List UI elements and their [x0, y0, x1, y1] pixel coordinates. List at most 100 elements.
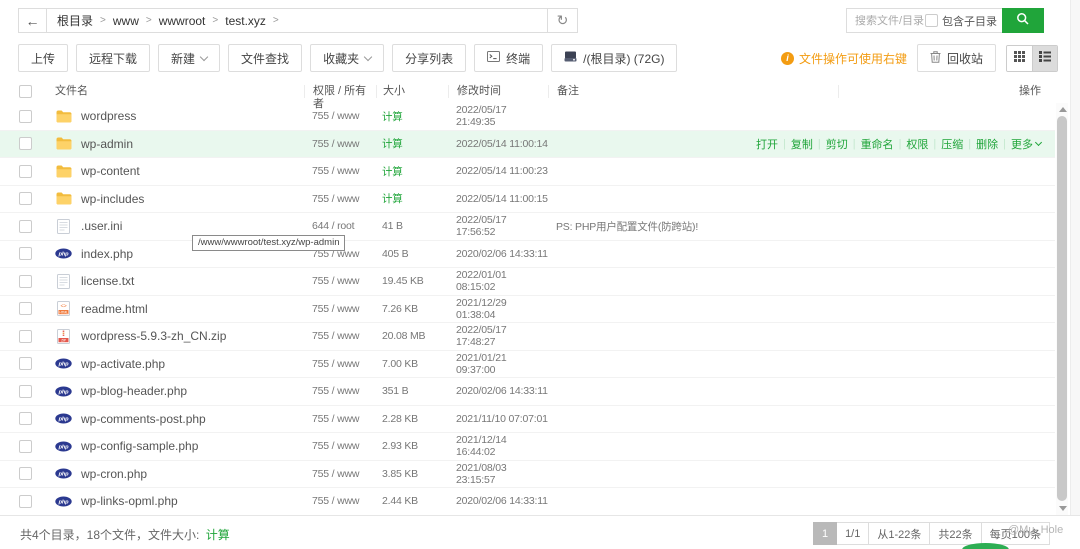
table-row[interactable]: .user.ini644 / root41 B2022/05/17 17:56:… — [0, 213, 1055, 241]
table-row[interactable]: phpwp-cron.php755 / www3.85 KB2021/08/03… — [0, 461, 1055, 489]
table-row[interactable]: phpwp-comments-post.php755 / www2.28 KB2… — [0, 406, 1055, 434]
action-link-压缩[interactable]: 压缩 — [941, 136, 963, 152]
folder-icon — [55, 110, 72, 123]
compute-size-link[interactable]: 计算 — [382, 138, 403, 150]
toolbar-button-新建[interactable]: 新建 — [158, 44, 220, 72]
pagination-item[interactable]: 1/1 — [836, 522, 869, 545]
file-name[interactable]: wp-admin — [81, 137, 133, 151]
page-button-active[interactable]: 1 — [813, 522, 837, 545]
row-checkbox[interactable] — [19, 192, 32, 205]
table-row[interactable]: wp-content755 / www计算2022/05/14 11:00:23 — [0, 158, 1055, 186]
action-separator: | — [783, 138, 786, 150]
action-link-重命名[interactable]: 重命名 — [861, 136, 894, 152]
file-name[interactable]: wordpress — [81, 109, 136, 123]
file-name[interactable]: readme.html — [81, 302, 148, 316]
table-row[interactable]: phpindex.php755 / www405 B2020/02/06 14:… — [0, 241, 1055, 269]
action-link-复制[interactable]: 复制 — [791, 136, 813, 152]
table-row[interactable]: license.txt755 / www19.45 KB2022/01/01 0… — [0, 268, 1055, 296]
row-checkbox[interactable] — [19, 220, 32, 233]
table-scrollbar[interactable] — [1056, 103, 1068, 515]
grid-view-button[interactable] — [1007, 46, 1032, 71]
row-checkbox[interactable] — [19, 440, 32, 453]
row-checkbox[interactable] — [19, 247, 32, 260]
table-row[interactable]: phpwp-activate.php755 / www7.00 KB2021/0… — [0, 351, 1055, 379]
row-checkbox[interactable] — [19, 275, 32, 288]
breadcrumb-item[interactable]: 根目录 — [57, 12, 93, 29]
table-row[interactable]: phpwp-links-opml.php755 / www2.44 KB2020… — [0, 488, 1055, 515]
breadcrumb-item[interactable]: test.xyz — [225, 14, 266, 28]
scrollbar-thumb[interactable] — [1057, 116, 1067, 501]
action-link-权限[interactable]: 权限 — [906, 136, 928, 152]
column-header-remark[interactable]: 备注 — [548, 85, 838, 98]
table-row[interactable]: wordpress755 / www计算2022/05/17 21:49:35 — [0, 103, 1055, 131]
action-link-剪切[interactable]: 剪切 — [826, 136, 848, 152]
floating-button-partial[interactable] — [962, 543, 1009, 549]
pagination-item[interactable]: 每页100条 — [981, 522, 1050, 545]
file-name[interactable]: index.php — [81, 247, 133, 261]
action-link-打开[interactable]: 打开 — [756, 136, 778, 152]
file-name[interactable]: license.txt — [81, 274, 134, 288]
file-name[interactable]: wp-blog-header.php — [81, 384, 187, 398]
file-name[interactable]: wordpress-5.9.3-zh_CN.zip — [81, 329, 226, 343]
row-checkbox[interactable] — [19, 110, 32, 123]
row-checkbox[interactable] — [19, 385, 32, 398]
table-row[interactable]: wp-admin755 / www计算2022/05/14 11:00:14打开… — [0, 131, 1055, 159]
refresh-button[interactable]: ↻ — [547, 9, 577, 32]
table-row[interactable]: <>HTMLreadme.html755 / www7.26 KB2021/12… — [0, 296, 1055, 324]
toolbar-button-收藏夹[interactable]: 收藏夹 — [310, 44, 384, 72]
row-checkbox[interactable] — [19, 467, 32, 480]
scrollbar-up-icon[interactable] — [1059, 107, 1067, 112]
scrollbar-down-icon[interactable] — [1059, 506, 1067, 511]
column-header-name[interactable]: 文件名 — [45, 85, 304, 98]
toolbar-button-远程下载[interactable]: 远程下载 — [76, 44, 150, 72]
row-checkbox[interactable] — [19, 412, 32, 425]
search-input[interactable] — [847, 15, 925, 27]
breadcrumb-item[interactable]: wwwroot — [159, 14, 206, 28]
file-name[interactable]: wp-config-sample.php — [81, 439, 198, 453]
action-link-more[interactable]: 更多 — [1011, 136, 1041, 152]
pagination-item[interactable]: 共22条 — [929, 522, 981, 545]
file-name[interactable]: wp-links-opml.php — [81, 494, 178, 508]
compute-size-link[interactable]: 计算 — [206, 528, 230, 542]
include-subdir-checkbox[interactable] — [925, 14, 938, 27]
row-checkbox[interactable] — [19, 330, 32, 343]
column-header-size[interactable]: 大小 — [376, 85, 448, 98]
table-row[interactable]: ZIPwordpress-5.9.3-zh_CN.zip755 / www20.… — [0, 323, 1055, 351]
file-name[interactable]: .user.ini — [81, 219, 122, 233]
row-checkbox[interactable] — [19, 302, 32, 315]
file-name[interactable]: wp-activate.php — [81, 357, 165, 371]
breadcrumb-item[interactable]: www — [113, 14, 139, 28]
svg-text:php: php — [58, 472, 69, 478]
file-name[interactable]: wp-comments-post.php — [81, 412, 206, 426]
toolbar-button-文件查找[interactable]: 文件查找 — [228, 44, 302, 72]
table-header: 文件名 权限 / 所有者 大小 修改时间 备注 操作 — [0, 80, 1055, 103]
row-checkbox[interactable] — [19, 357, 32, 370]
toolbar-button-分享列表[interactable]: 分享列表 — [392, 44, 466, 72]
table-row[interactable]: phpwp-blog-header.php755 / www351 B2020/… — [0, 378, 1055, 406]
file-permissions: 755 / www — [312, 138, 359, 150]
select-all-checkbox[interactable] — [19, 85, 32, 98]
file-name[interactable]: wp-includes — [81, 192, 144, 206]
row-checkbox[interactable] — [19, 137, 32, 150]
compute-size-link[interactable]: 计算 — [382, 166, 403, 178]
action-link-删除[interactable]: 删除 — [976, 136, 998, 152]
compute-size-link[interactable]: 计算 — [382, 111, 403, 123]
row-checkbox[interactable] — [19, 495, 32, 508]
column-header-mtime[interactable]: 修改时间 — [448, 85, 548, 98]
file-name[interactable]: wp-cron.php — [81, 467, 147, 481]
pagination-item[interactable]: 从1-22条 — [868, 522, 930, 545]
table-row[interactable]: phpwp-config-sample.php755 / www2.93 KB2… — [0, 433, 1055, 461]
search-button[interactable] — [1002, 8, 1044, 33]
list-view-button[interactable] — [1032, 46, 1057, 71]
column-header-perm[interactable]: 权限 / 所有者 — [304, 85, 376, 98]
toolbar-button-/(根目录) (72G)[interactable]: /(根目录) (72G) — [551, 44, 677, 72]
include-subdir-option[interactable]: 包含子目录 — [925, 13, 1002, 29]
recycle-bin-button[interactable]: 回收站 — [917, 44, 996, 72]
toolbar-button-终端[interactable]: 终端 — [474, 44, 543, 72]
back-button[interactable]: ← — [19, 9, 47, 32]
compute-size-link[interactable]: 计算 — [382, 193, 403, 205]
file-name[interactable]: wp-content — [81, 164, 140, 178]
toolbar-button-上传[interactable]: 上传 — [18, 44, 68, 72]
row-checkbox[interactable] — [19, 165, 32, 178]
table-row[interactable]: wp-includes755 / www计算2022/05/14 11:00:1… — [0, 186, 1055, 214]
